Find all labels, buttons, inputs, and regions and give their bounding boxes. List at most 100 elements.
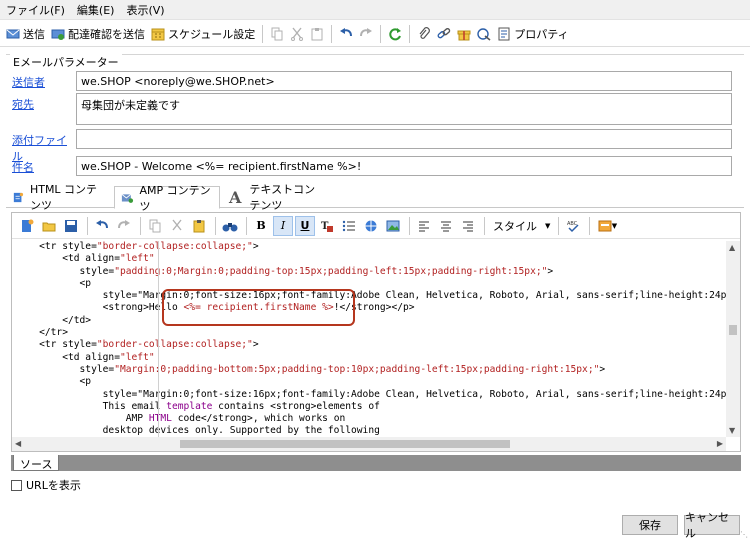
code-line[interactable]: <td align="left" [16, 253, 726, 265]
menu-edit[interactable]: 編集(E) [71, 2, 121, 18]
subject-field[interactable]: we.SHOP - Welcome <%= recipient.firstNam… [76, 156, 732, 176]
underline-button[interactable]: U [295, 215, 315, 236]
code-line[interactable]: style="padding:0;Margin:0;padding-top:15… [16, 266, 726, 278]
editor-undo-button[interactable] [92, 216, 112, 236]
paste-button[interactable] [307, 23, 327, 45]
send-button[interactable]: 送信 [3, 23, 48, 45]
code-line[interactable]: </tr> [16, 327, 726, 339]
image-insert-button[interactable] [383, 216, 403, 236]
scroll-down-icon[interactable]: ▼ [729, 426, 735, 435]
link-insert-button[interactable] [361, 216, 381, 236]
show-url-row[interactable]: URLを表示 [11, 477, 81, 493]
toolbar-separator [380, 24, 382, 43]
gift-icon [457, 30, 471, 40]
code-line[interactable]: <tr style="border-collapse:collapse;"> [16, 241, 726, 253]
italic-button[interactable]: I [273, 215, 293, 236]
code-line[interactable]: <p [16, 278, 726, 290]
horizontal-scrollbar[interactable]: ◀ ▶ [12, 437, 726, 451]
code-line[interactable]: <tr style="border-collapse:collapse;"> [16, 339, 726, 351]
horizontal-scroll-thumb[interactable] [180, 440, 510, 448]
proof-envelope-icon [51, 29, 65, 40]
tab-html-content[interactable]: HTML コンテンツ [6, 183, 112, 212]
undo-button[interactable] [336, 23, 356, 45]
schedule-label: スケジュール設定 [168, 27, 256, 41]
editor-redo-button[interactable] [114, 216, 134, 236]
tab-text-content[interactable]: A テキストコンテンツ [222, 183, 330, 212]
text-color-icon: T [321, 221, 333, 232]
personalize-button[interactable] [454, 23, 474, 45]
clipboard-icon [311, 27, 323, 40]
new-doc-button[interactable] [17, 216, 37, 236]
cut-button[interactable] [287, 23, 307, 45]
show-url-label: URLを表示 [26, 479, 81, 492]
bold-button[interactable]: B [251, 216, 271, 236]
chevron-down-icon: ▼ [545, 221, 551, 230]
paperclip-icon [419, 26, 431, 39]
editor-cut-button[interactable] [167, 216, 187, 236]
code-line[interactable]: This email template contains <strong>ele… [16, 401, 726, 413]
text-color-button[interactable]: T [317, 216, 337, 236]
open-button[interactable] [39, 216, 59, 236]
recipient-field[interactable]: 母集団が未定義です [76, 93, 732, 125]
save-button[interactable]: 保存 [622, 515, 678, 535]
insert-block-icon [598, 220, 612, 231]
save-doc-button[interactable] [61, 216, 81, 236]
code-line[interactable]: style="Margin:0;font-size:16px;font-fami… [16, 389, 726, 401]
refresh-icon [389, 27, 402, 40]
menu-view[interactable]: 表示(V) [120, 2, 170, 18]
sender-link[interactable]: 送信者 [12, 71, 76, 91]
bullet-list-button[interactable] [339, 216, 359, 236]
style-dropdown[interactable]: スタイル ▼ [489, 218, 554, 234]
tracking-button[interactable] [474, 23, 494, 45]
subject-link[interactable]: 件名 [12, 156, 76, 176]
attachment-field[interactable] [76, 129, 732, 149]
menu-file[interactable]: ファイル(F) [0, 2, 71, 18]
code-line[interactable]: <strong>Hello <%= recipient.firstName %>… [16, 302, 726, 314]
align-right-button[interactable] [458, 216, 478, 236]
scissors-icon [172, 219, 182, 230]
align-center-button[interactable] [436, 216, 456, 236]
code-line[interactable]: </td> [16, 315, 726, 327]
scroll-up-icon[interactable]: ▲ [729, 243, 735, 252]
recipient-link[interactable]: 宛先 [12, 93, 76, 125]
link-button[interactable] [434, 23, 454, 45]
spellcheck-button[interactable]: ABC [563, 216, 583, 236]
attach-button[interactable] [414, 23, 434, 45]
align-center-icon [441, 221, 451, 231]
insert-menu-button[interactable]: ▼ [594, 216, 620, 236]
cancel-button[interactable]: キャンセル [684, 511, 740, 540]
code-line[interactable]: <p [16, 376, 726, 388]
resize-grip-icon[interactable]: ⋱ [740, 530, 748, 539]
scroll-right-icon[interactable]: ▶ [717, 439, 723, 448]
code-line[interactable]: style="Margin:0;padding-bottom:5px;paddi… [16, 364, 726, 376]
refresh-button[interactable] [385, 23, 405, 45]
code-line[interactable]: desktop devices only. Supported by the f… [16, 425, 726, 437]
html-source-code[interactable]: <tr style="border-collapse:collapse;"> <… [12, 241, 726, 437]
vertical-scroll-thumb[interactable] [729, 325, 737, 335]
code-line[interactable]: style="Margin:0;font-size:16px;font-fami… [16, 290, 726, 302]
properties-button[interactable]: プロパティ [494, 23, 571, 45]
tab-text-label: テキストコンテンツ [249, 183, 316, 212]
style-dropdown-label: スタイル [493, 219, 537, 233]
copy-icon [149, 219, 161, 232]
tab-amp-content[interactable]: AMP コンテンツ [114, 184, 220, 213]
sender-field[interactable]: we.SHOP <noreply@we.SHOP.net> [76, 71, 732, 91]
editor-separator [409, 216, 410, 235]
vertical-scrollbar[interactable]: ▲ ▼ [726, 241, 740, 437]
find-button[interactable] [220, 216, 240, 236]
copy-icon [271, 27, 283, 40]
tracking-icon [477, 27, 491, 41]
send-proof-button[interactable]: 配達確認を送信 [48, 23, 148, 45]
copy-button[interactable] [267, 23, 287, 45]
code-line[interactable]: AMP HTML code</strong>, which works on [16, 413, 726, 425]
scroll-left-icon[interactable]: ◀ [15, 439, 21, 448]
source-tab[interactable]: ソース [13, 455, 60, 471]
editor-separator [140, 216, 141, 235]
show-url-checkbox[interactable] [11, 479, 22, 491]
editor-copy-button[interactable] [145, 216, 165, 236]
schedule-button[interactable]: スケジュール設定 [148, 23, 258, 45]
align-left-button[interactable] [414, 216, 434, 236]
code-line[interactable]: <td align="left" [16, 352, 726, 364]
editor-paste-button[interactable] [189, 216, 209, 236]
redo-button[interactable] [356, 23, 376, 45]
